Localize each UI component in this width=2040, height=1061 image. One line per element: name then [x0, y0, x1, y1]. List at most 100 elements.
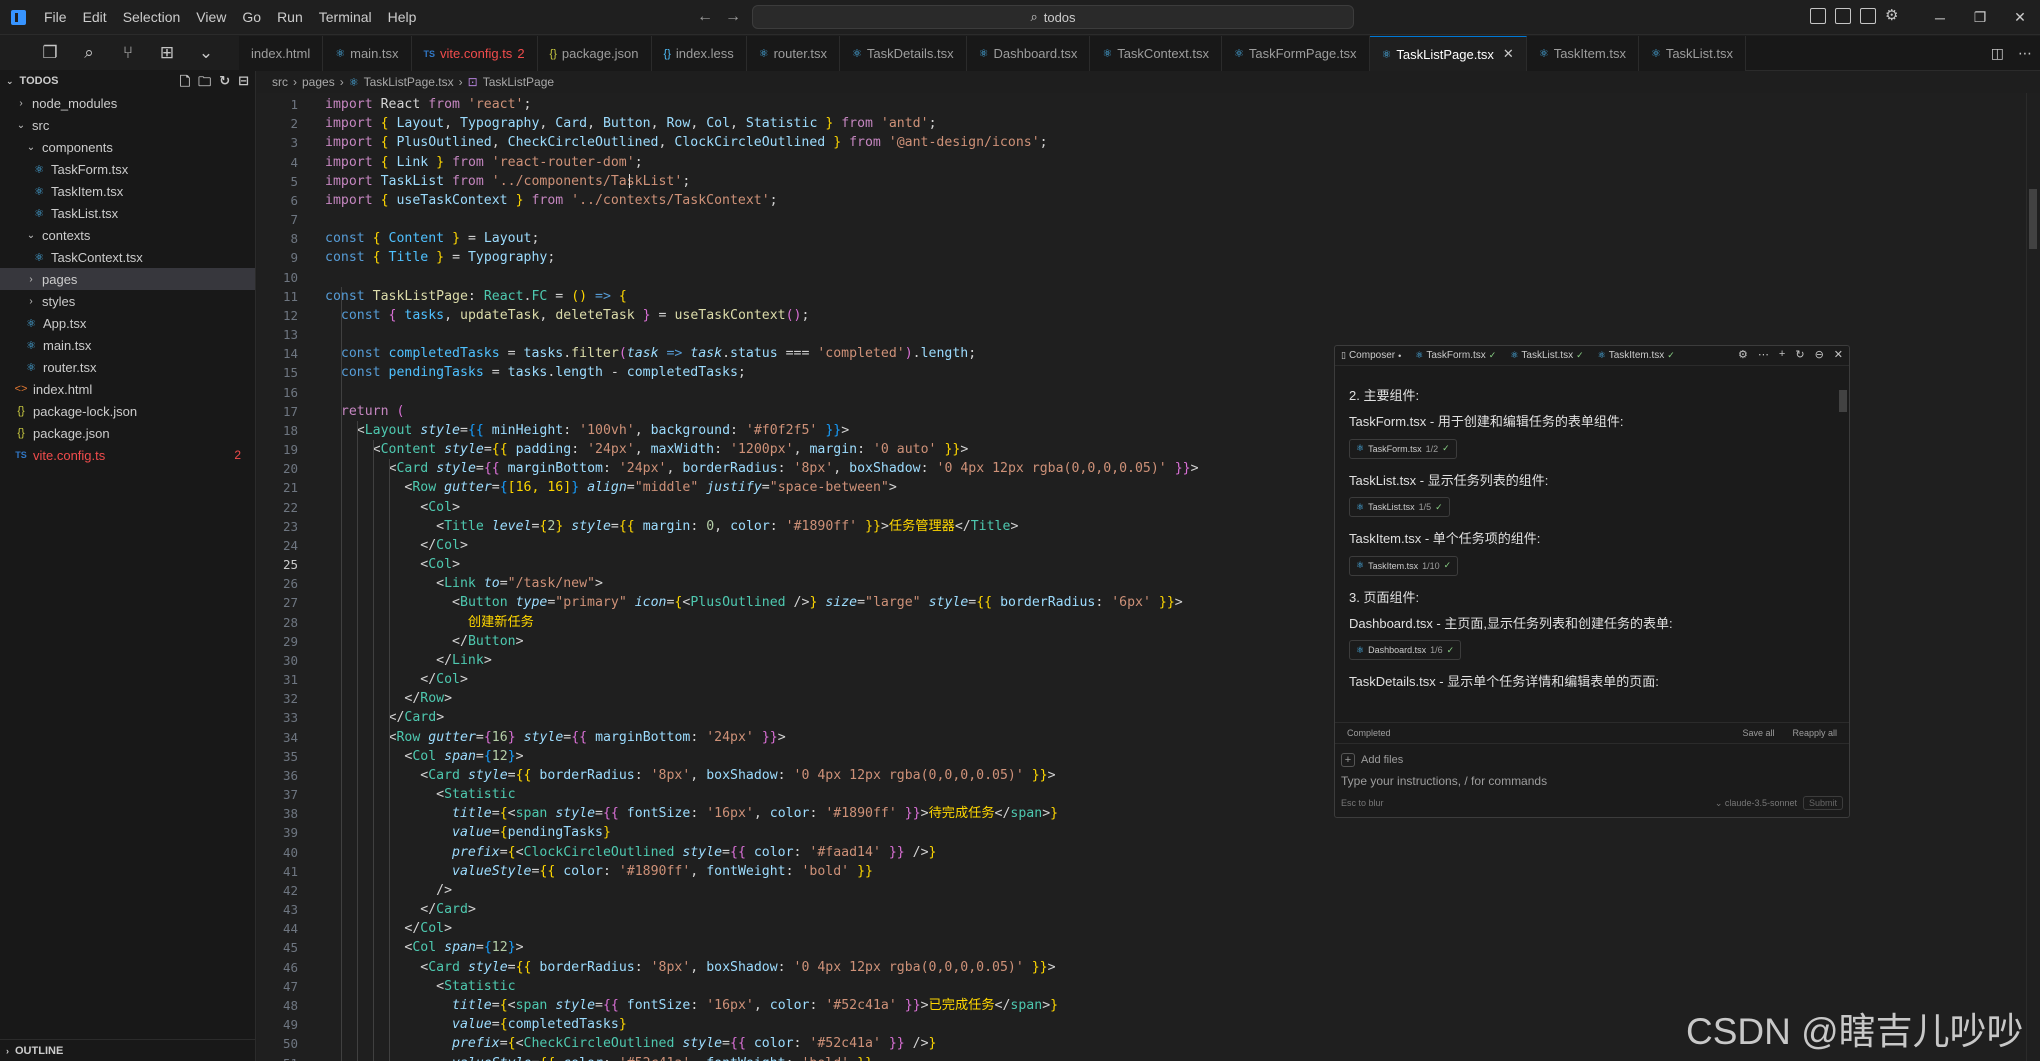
tree-item-taskform-tsx[interactable]: ⚛ TaskForm.tsx	[0, 158, 255, 180]
file-change-chip[interactable]: ⚛ Dashboard.tsx 1/6 ✓	[1349, 640, 1462, 660]
tab-taskdetails-tsx[interactable]: ⚛ TaskDetails.tsx	[840, 36, 967, 71]
file-change-chip[interactable]: ⚛ TaskForm.tsx 1/2 ✓	[1349, 438, 1457, 459]
explorer-header[interactable]: ⌄ TODOS 🗋 🗀 ↻ ⊟	[0, 70, 255, 92]
model-selector[interactable]: ⌄ claude-3.5-sonnet	[1715, 798, 1797, 809]
tree-item-taskitem-tsx[interactable]: ⚛ TaskItem.tsx	[0, 180, 255, 202]
tree-item-contexts[interactable]: ⌄ contexts	[0, 224, 255, 246]
tree-item-components[interactable]: ⌄ components	[0, 136, 255, 158]
typescript-icon: TS	[423, 48, 436, 59]
outline-section-header[interactable]: › OUTLINE	[0, 1039, 256, 1061]
chevron-right-icon: ›	[293, 75, 297, 89]
more-actions-icon[interactable]: ⋯	[2018, 45, 2032, 62]
menu-file[interactable]: File	[36, 5, 75, 29]
breadcrumb-item[interactable]: pages	[302, 75, 335, 89]
menu-help[interactable]: Help	[380, 5, 425, 29]
composer-tab-composer[interactable]: ▯ Composer •	[1341, 350, 1401, 361]
less-icon: {}	[663, 47, 671, 60]
search-icon[interactable]: ⌕	[79, 43, 99, 63]
tab-tasklistpage-tsx[interactable]: ⚛ TaskListPage.tsx ✕	[1369, 36, 1527, 71]
tree-item-index-html[interactable]: <> index.html	[0, 378, 255, 400]
minimize-button[interactable]: ─	[1920, 10, 1960, 26]
submit-button[interactable]: Submit	[1802, 796, 1843, 810]
forward-arrow-icon[interactable]: →	[725, 8, 741, 26]
tab-label: TaskListPage.tsx	[1396, 46, 1494, 62]
tree-item-router-tsx[interactable]: ⚛ router.tsx	[0, 356, 255, 378]
reapply-all-button[interactable]: Reapply all	[1792, 728, 1837, 738]
tab-dashboard-tsx[interactable]: ⚛ Dashboard.tsx	[966, 36, 1091, 71]
tab-router-tsx[interactable]: ⚛ router.tsx	[746, 36, 841, 71]
line-number: 14	[282, 346, 298, 362]
close-window-button[interactable]: ✕	[2000, 9, 2040, 26]
composer-tab-taskform-tsx[interactable]: ⚛ TaskForm.tsx ✓	[1415, 350, 1496, 361]
history-icon[interactable]: ↻	[1795, 348, 1804, 361]
react-icon: ⚛	[26, 339, 36, 352]
tab-package-json[interactable]: {} package.json	[537, 36, 652, 71]
search-icon: ⌕	[1030, 9, 1038, 24]
code-text: import { PlusOutlined, CheckCircleOutlin…	[325, 135, 1048, 151]
breadcrumb-item[interactable]: TaskListPage	[483, 75, 554, 89]
tree-item-taskcontext-tsx[interactable]: ⚛ TaskContext.tsx	[0, 246, 255, 268]
breadcrumb-item[interactable]: src	[272, 75, 288, 89]
toggle-secondary-sidebar-icon[interactable]	[1860, 8, 1876, 24]
tree-item-vite-config-ts[interactable]: TS vite.config.ts 2	[0, 444, 255, 466]
tree-item-package-json[interactable]: {} package.json	[0, 422, 255, 444]
close-tab-icon[interactable]: ✕	[1503, 46, 1514, 62]
tree-item-node-modules[interactable]: › node_modules	[0, 92, 255, 114]
check-icon: ✓	[1446, 644, 1455, 655]
expand-icon[interactable]: ⊖	[1815, 348, 1824, 361]
toggle-sidebar-icon[interactable]	[1810, 8, 1826, 24]
tab-taskformpage-tsx[interactable]: ⚛ TaskFormPage.tsx	[1221, 36, 1370, 71]
tree-item-src[interactable]: ⌄ src	[0, 114, 255, 136]
close-icon[interactable]: ✕	[1834, 348, 1843, 361]
editor-scrollbar[interactable]	[2026, 93, 2040, 1061]
composer-tab-taskitem-tsx[interactable]: ⚛ TaskItem.tsx ✓	[1598, 350, 1675, 361]
restore-button[interactable]: ❐	[1960, 9, 2000, 26]
tab-tasklist-tsx[interactable]: ⚛ TaskList.tsx	[1638, 36, 1747, 71]
tree-item-tasklist-tsx[interactable]: ⚛ TaskList.tsx	[0, 202, 255, 224]
menu-go[interactable]: Go	[234, 5, 269, 29]
menu-terminal[interactable]: Terminal	[311, 5, 380, 29]
tab-taskitem-tsx[interactable]: ⚛ TaskItem.tsx	[1526, 36, 1639, 71]
react-icon: ⚛	[34, 207, 44, 220]
save-all-button[interactable]: Save all	[1742, 728, 1774, 738]
add-files-button[interactable]: + Add files	[1341, 752, 1843, 768]
code-text: import { Layout, Typography, Card, Butto…	[325, 116, 937, 132]
plus-icon[interactable]: +	[1779, 348, 1785, 361]
split-editor-icon[interactable]: ◫	[1991, 45, 2004, 62]
toggle-panel-icon[interactable]	[1835, 8, 1851, 24]
menu-view[interactable]: View	[188, 5, 234, 29]
tree-item-package-lock-json[interactable]: {} package-lock.json	[0, 400, 255, 422]
line-number: 1	[290, 97, 298, 112]
composer-tab-tasklist-tsx[interactable]: ⚛ TaskList.tsx ✓	[1510, 350, 1583, 361]
command-center-search[interactable]: ⌕ todos	[752, 5, 1354, 29]
menu-run[interactable]: Run	[269, 5, 311, 29]
explorer-icon[interactable]: ❐	[40, 43, 60, 63]
tab-index-html[interactable]: index.html	[239, 36, 324, 71]
menu-edit[interactable]: Edit	[75, 5, 115, 29]
file-change-chip[interactable]: ⚛ TaskItem.tsx 1/10 ✓	[1349, 555, 1459, 576]
tab-main-tsx[interactable]: ⚛ main.tsx	[323, 36, 412, 71]
tree-item-app-tsx[interactable]: ⚛ App.tsx	[0, 312, 255, 334]
tab-taskcontext-tsx[interactable]: ⚛ TaskContext.tsx	[1090, 36, 1222, 71]
tree-item-main-tsx[interactable]: ⚛ main.tsx	[0, 334, 255, 356]
more-icon[interactable]: ⋯	[1758, 348, 1769, 361]
composer-input-area[interactable]: + Add files Type your instructions, / fo…	[1335, 743, 1849, 817]
tab-vite-config-ts[interactable]: TS vite.config.ts 2	[411, 36, 538, 71]
explorer-sidebar: ⌄ TODOS 🗋 🗀 ↻ ⊟ › node_modules ⌄ src ⌄ compon…	[0, 70, 256, 1061]
chevron-down-icon[interactable]: ⌄	[196, 43, 216, 63]
extensions-icon[interactable]: ⊞	[157, 43, 177, 63]
settings-icon[interactable]: ⚙	[1738, 348, 1748, 361]
menu-selection[interactable]: Selection	[115, 5, 189, 29]
gear-icon[interactable]: ⚙	[1885, 8, 1898, 24]
tree-item-pages[interactable]: › pages	[0, 268, 255, 290]
composer-scrollbar[interactable]	[1839, 390, 1847, 412]
source-control-icon[interactable]: ⑂	[118, 43, 138, 63]
code-text: <Row gutter={[16, 16]} align="middle" ju…	[404, 480, 897, 496]
scrollbar-thumb[interactable]	[2029, 189, 2037, 249]
back-arrow-icon[interactable]: ←	[697, 8, 713, 26]
instructions-input[interactable]: Type your instructions, / for commands	[1341, 774, 1843, 790]
breadcrumb-item[interactable]: TaskListPage.tsx	[364, 75, 454, 89]
file-change-chip[interactable]: ⚛ TaskList.tsx 1/5 ✓	[1349, 497, 1450, 517]
tree-item-styles[interactable]: › styles	[0, 290, 255, 312]
tab-index-less[interactable]: {} index.less	[651, 36, 747, 71]
